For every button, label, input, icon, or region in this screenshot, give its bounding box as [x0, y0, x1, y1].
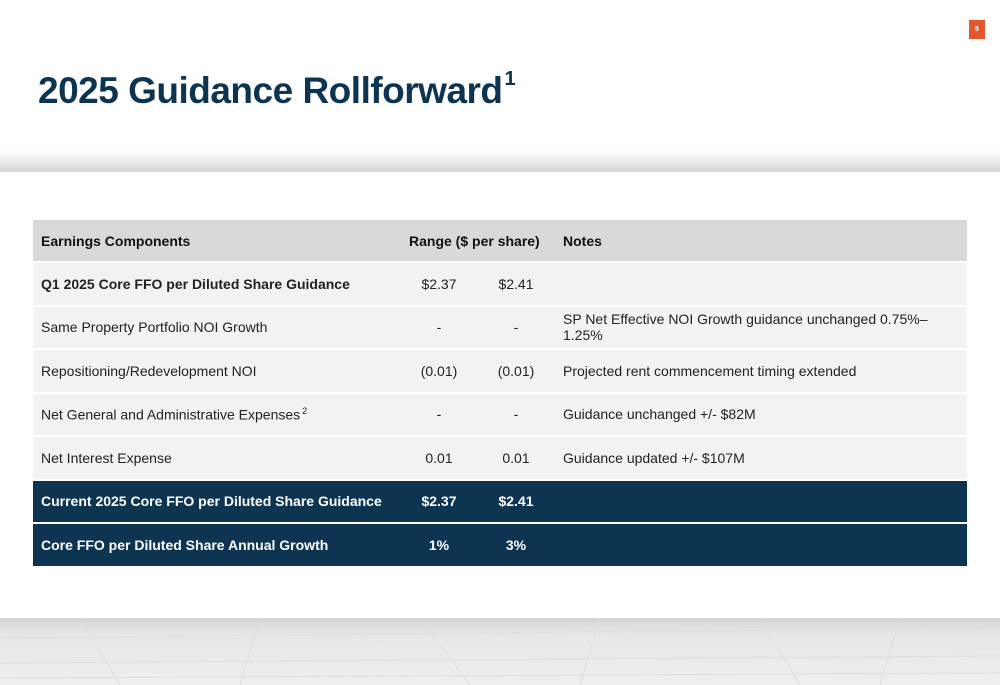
table-row-growth: Core FFO per Diluted Share Annual Growth…	[33, 524, 967, 566]
row-range-high: -	[477, 306, 555, 348]
row-range-high: $2.41	[477, 480, 555, 522]
table-header-row: Earnings Components Range ($ per share) …	[33, 220, 967, 261]
header-range: Range ($ per share)	[401, 220, 555, 261]
row-range-low: $2.37	[401, 480, 477, 522]
row-range-low: 1%	[401, 524, 477, 566]
row-component: Core FFO per Diluted Share Annual Growth	[33, 524, 401, 566]
table-row: Repositioning/Redevelopment NOI (0.01) (…	[33, 350, 967, 392]
row-component: Current 2025 Core FFO per Diluted Share …	[33, 480, 401, 522]
row-component: Net Interest Expense	[33, 437, 401, 479]
table-row: Q1 2025 Core FFO per Diluted Share Guida…	[33, 263, 967, 305]
row-range-low: $2.37	[401, 263, 477, 305]
row-component-cell: Net General and Administrative Expenses 2	[33, 393, 401, 435]
row-component: Net General and Administrative Expenses	[41, 406, 301, 423]
guidance-table: Earnings Components Range ($ per share) …	[33, 218, 967, 568]
header-notes: Notes	[555, 220, 967, 261]
row-component: Repositioning/Redevelopment NOI	[33, 350, 401, 392]
row-notes: Guidance updated +/- $107M	[555, 437, 967, 479]
top-shadow-band	[0, 150, 1000, 174]
footnote-marker: 2	[302, 405, 308, 416]
row-notes	[555, 480, 967, 522]
row-notes: SP Net Effective NOI Growth guidance unc…	[555, 306, 967, 348]
page-title: 2025 Guidance Rollforward 1	[38, 68, 516, 112]
row-range-low: -	[401, 306, 477, 348]
title-footnote-marker: 1	[504, 68, 516, 90]
row-range-high: (0.01)	[477, 350, 555, 392]
row-component: Same Property Portfolio NOI Growth	[33, 306, 401, 348]
row-notes: Projected rent commencement timing exten…	[555, 350, 967, 392]
row-range-high: -	[477, 393, 555, 435]
table-row: Net General and Administrative Expenses 2…	[33, 393, 967, 435]
header-earnings-components: Earnings Components	[33, 220, 401, 261]
page-number-badge: 5	[969, 20, 985, 39]
row-notes: Guidance unchanged +/- $82M	[555, 393, 967, 435]
row-notes	[555, 263, 967, 305]
table-row: Same Property Portfolio NOI Growth - - S…	[33, 306, 967, 348]
street-map-texture	[0, 618, 1000, 685]
row-range-low: -	[401, 393, 477, 435]
page-title-text: 2025 Guidance Rollforward	[38, 70, 503, 111]
row-range-low: 0.01	[401, 437, 477, 479]
row-notes	[555, 524, 967, 566]
row-component: Q1 2025 Core FFO per Diluted Share Guida…	[33, 263, 401, 305]
row-range-high: 0.01	[477, 437, 555, 479]
table-row-total: Current 2025 Core FFO per Diluted Share …	[33, 480, 967, 522]
row-range-low: (0.01)	[401, 350, 477, 392]
table-row: Net Interest Expense 0.01 0.01 Guidance …	[33, 437, 967, 479]
row-range-high: 3%	[477, 524, 555, 566]
row-range-high: $2.41	[477, 263, 555, 305]
